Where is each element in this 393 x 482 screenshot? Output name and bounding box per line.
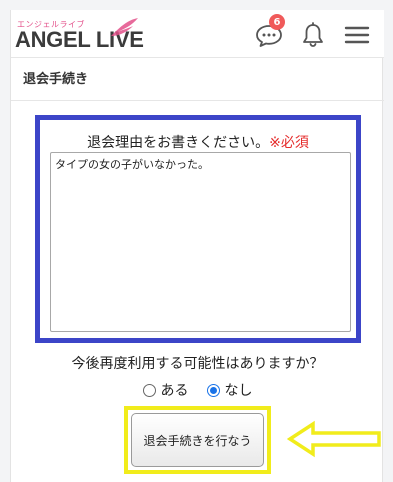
reuse-question: 今後再度利用する可能性はありますか？ [71,356,324,372]
radio-button[interactable] [206,383,220,397]
page-title: 退会手続き [11,59,384,101]
logo[interactable]: エンジェルライブ ANGEL LIVE [15,16,144,52]
reuse-radio-group: ある なし [11,380,384,400]
chat-button[interactable]: 6 [254,14,285,50]
required-mark: ※必須 [269,135,309,151]
wing-icon [111,18,138,36]
arrow-left-icon [287,420,381,458]
menu-button[interactable] [342,20,372,50]
submit-highlight: 退会手続きを行なう [124,406,271,474]
radio-option-yes[interactable]: ある [142,380,189,400]
reason-textarea[interactable] [50,152,351,332]
radio-label: ある [160,383,189,399]
page: エンジェルライブ ANGEL LIVE 6 退会手続き 退会理由をお書きください… [10,10,384,482]
notification-badge: 6 [269,14,285,30]
notification-button[interactable] [298,20,328,50]
reason-form-highlight: 退会理由をお書きください。※必須 [35,115,361,343]
bell-icon [303,22,323,47]
radio-option-no[interactable]: なし [206,380,253,400]
radio-label: なし [224,383,253,399]
header: エンジェルライブ ANGEL LIVE 6 [11,10,384,58]
reason-label: 退会理由をお書きください。※必須 [40,132,356,152]
withdraw-button[interactable]: 退会手続きを行なう [131,413,264,467]
reason-label-text: 退会理由をお書きください。 [87,135,270,151]
menu-icon [344,26,370,44]
radio-button[interactable] [142,383,156,397]
